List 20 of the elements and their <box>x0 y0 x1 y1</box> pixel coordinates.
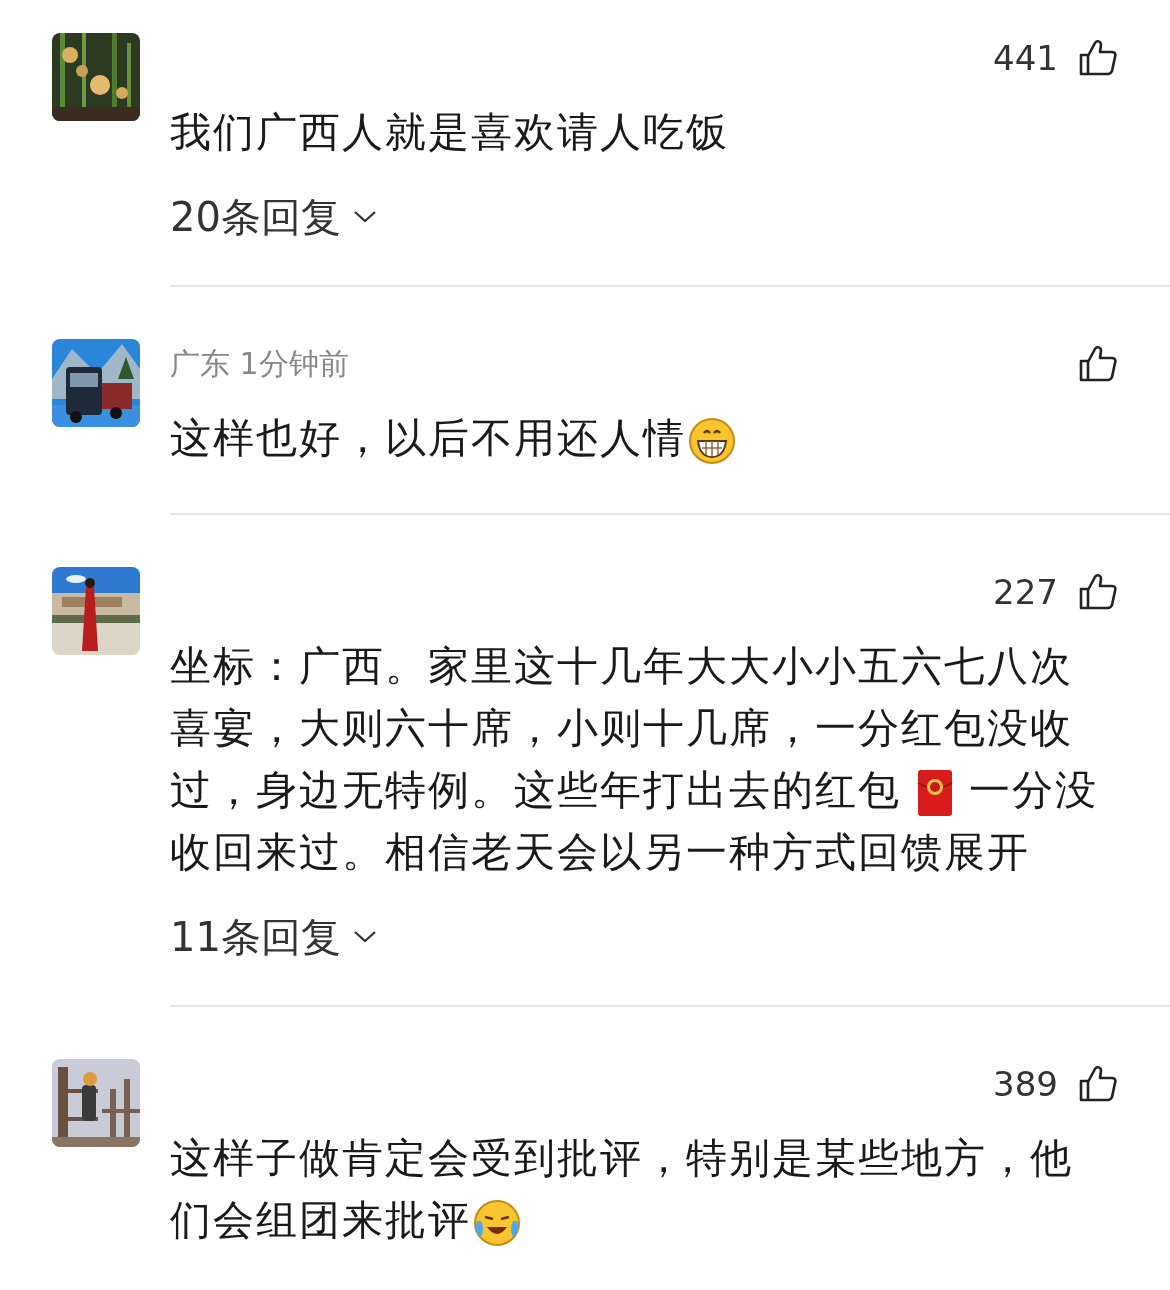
like-icon[interactable] <box>1078 38 1118 78</box>
chevron-down-icon <box>352 210 377 224</box>
comment-text: 我们广西人就是喜欢请人吃饭 <box>170 107 730 158</box>
chevron-down-icon <box>352 930 377 944</box>
comment-text: 这样子做肯定会受到批评，特别是某些地方，他们会组团来批评 <box>170 1127 1115 1251</box>
comment-text: 这样也好，以后不用还人情 <box>170 407 1115 469</box>
replies-toggle[interactable]: 20条回复 <box>170 193 377 241</box>
comment-text: 坐标：广西。家里这十几年大大小小五六七八次喜宴，大则六十席，小则十几席，一分红包没收过，身边无特例。这些年打出去的红包 一分没收回来过。相信老天会以另一种方式回馈展开 <box>170 641 1099 878</box>
like-icon[interactable] <box>1078 344 1118 384</box>
replies-toggle[interactable]: 11条回复 <box>170 913 377 961</box>
like-icon[interactable] <box>1078 1064 1118 1104</box>
grin-emoji-icon <box>688 417 736 465</box>
like-count: 441 <box>993 38 1058 78</box>
like-icon[interactable] <box>1078 572 1118 612</box>
envelope-icon <box>917 769 953 817</box>
like-count: 389 <box>993 1064 1058 1104</box>
expand-link[interactable]: 展开 <box>944 828 1030 876</box>
like-count: 227 <box>993 572 1058 612</box>
laughing-crying-emoji-icon <box>473 1199 521 1247</box>
comment-meta: 广东 1分钟前 <box>170 344 349 383</box>
